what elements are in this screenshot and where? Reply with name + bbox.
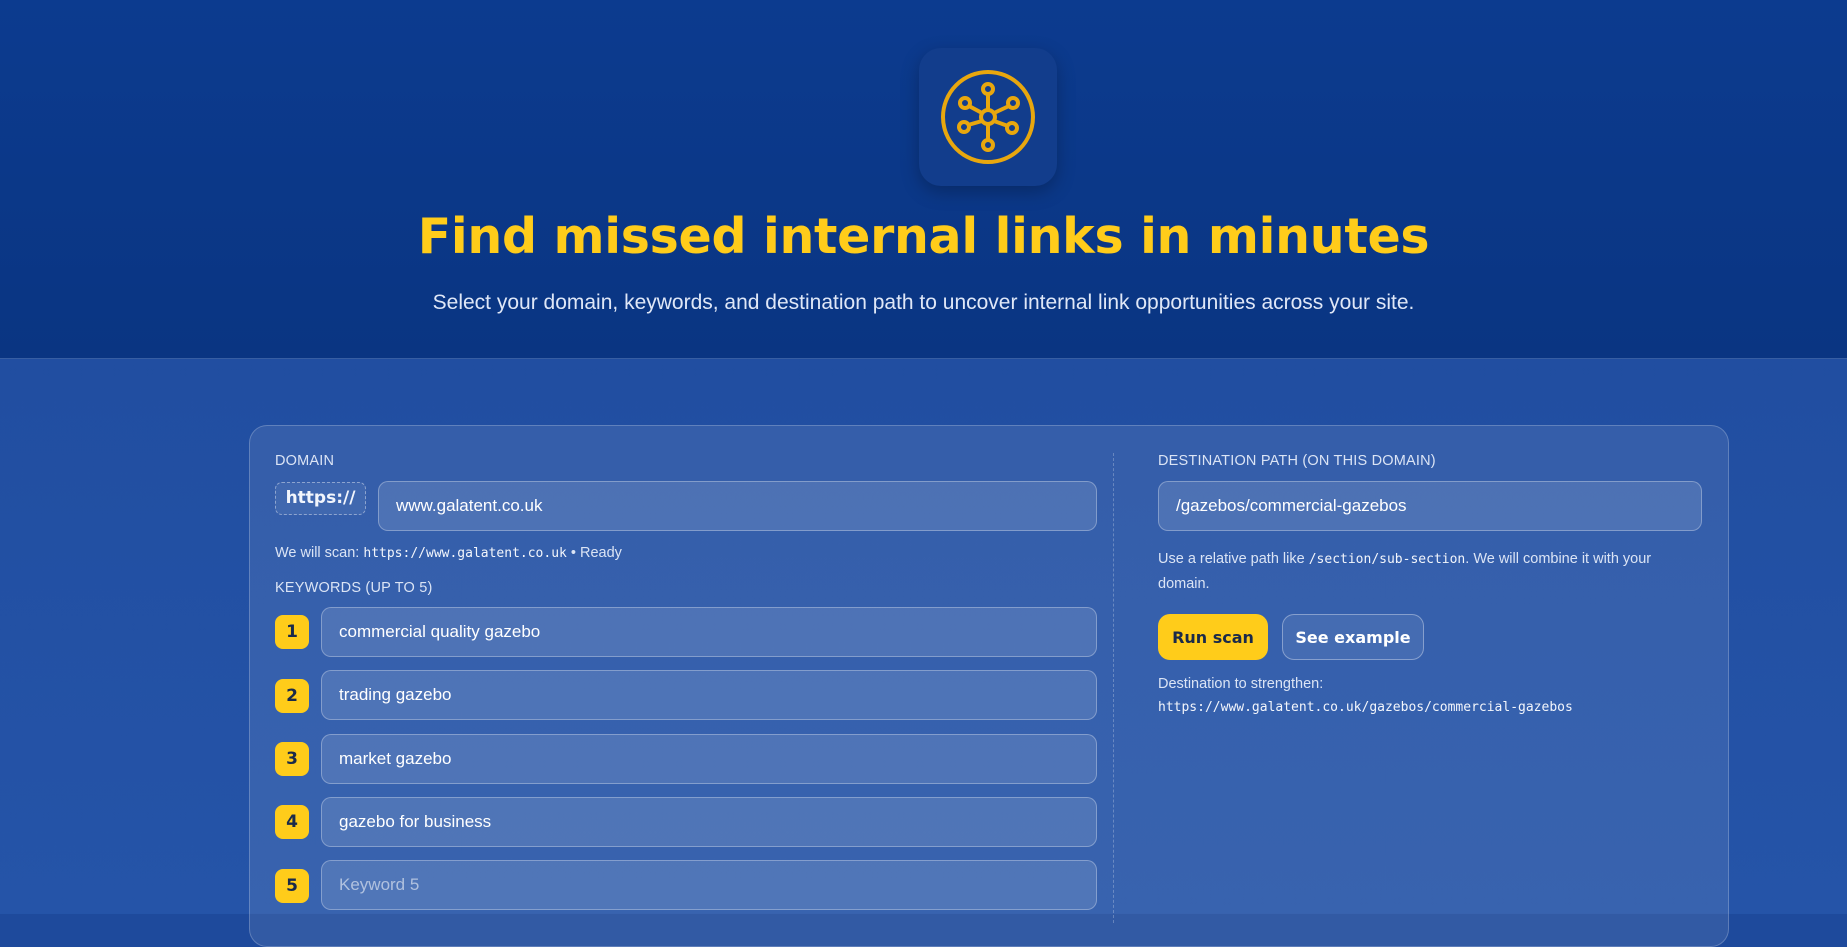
domain-label: DOMAIN <box>275 453 335 469</box>
hint-code: /section/sub-section <box>1308 552 1466 567</box>
hint-text: Use a relative path like <box>1158 551 1309 567</box>
keyword-number: 3 <box>275 742 309 776</box>
keyword-input-5[interactable] <box>321 860 1097 910</box>
destination-hint: Use a relative path like /section/sub-se… <box>1158 547 1702 596</box>
destination-label: DESTINATION PATH (ON THIS DOMAIN) <box>1158 453 1436 469</box>
keyword-number: 1 <box>275 615 309 649</box>
strengthen-label: Destination to strengthen: <box>1158 676 1324 692</box>
scan-target-line: We will scan: https://www.galatent.co.uk… <box>275 541 622 566</box>
strengthen-url: https://www.galatent.co.uk/gazebos/comme… <box>1158 700 1573 715</box>
destination-path-input[interactable] <box>1158 481 1702 531</box>
keyword-input-3[interactable] <box>321 734 1097 784</box>
keyword-input-2[interactable] <box>321 670 1097 720</box>
domain-input[interactable] <box>378 481 1097 531</box>
keyword-number: 5 <box>275 869 309 903</box>
see-example-button[interactable]: See example <box>1282 614 1424 660</box>
keyword-input-1[interactable] <box>321 607 1097 657</box>
scan-status: • Ready <box>570 545 622 561</box>
network-hub-icon <box>941 70 1035 164</box>
keywords-label: KEYWORDS (UP TO 5) <box>275 580 433 596</box>
scan-target-url: https://www.galatent.co.uk <box>363 546 567 561</box>
hero-section: Find missed internal links in minutes Se… <box>0 0 1847 359</box>
scan-target-prefix: We will scan: <box>275 545 360 561</box>
run-scan-button[interactable]: Run scan <box>1158 614 1268 660</box>
keyword-input-4[interactable] <box>321 797 1097 847</box>
page-title: Find missed internal links in minutes <box>417 208 1430 265</box>
protocol-prefix: https:// <box>275 482 366 515</box>
keyword-number: 4 <box>275 805 309 839</box>
column-divider <box>1113 453 1114 923</box>
logo-tile <box>919 48 1057 186</box>
keyword-number: 2 <box>275 679 309 713</box>
page-subtitle: Select your domain, keywords, and destin… <box>432 291 1415 314</box>
